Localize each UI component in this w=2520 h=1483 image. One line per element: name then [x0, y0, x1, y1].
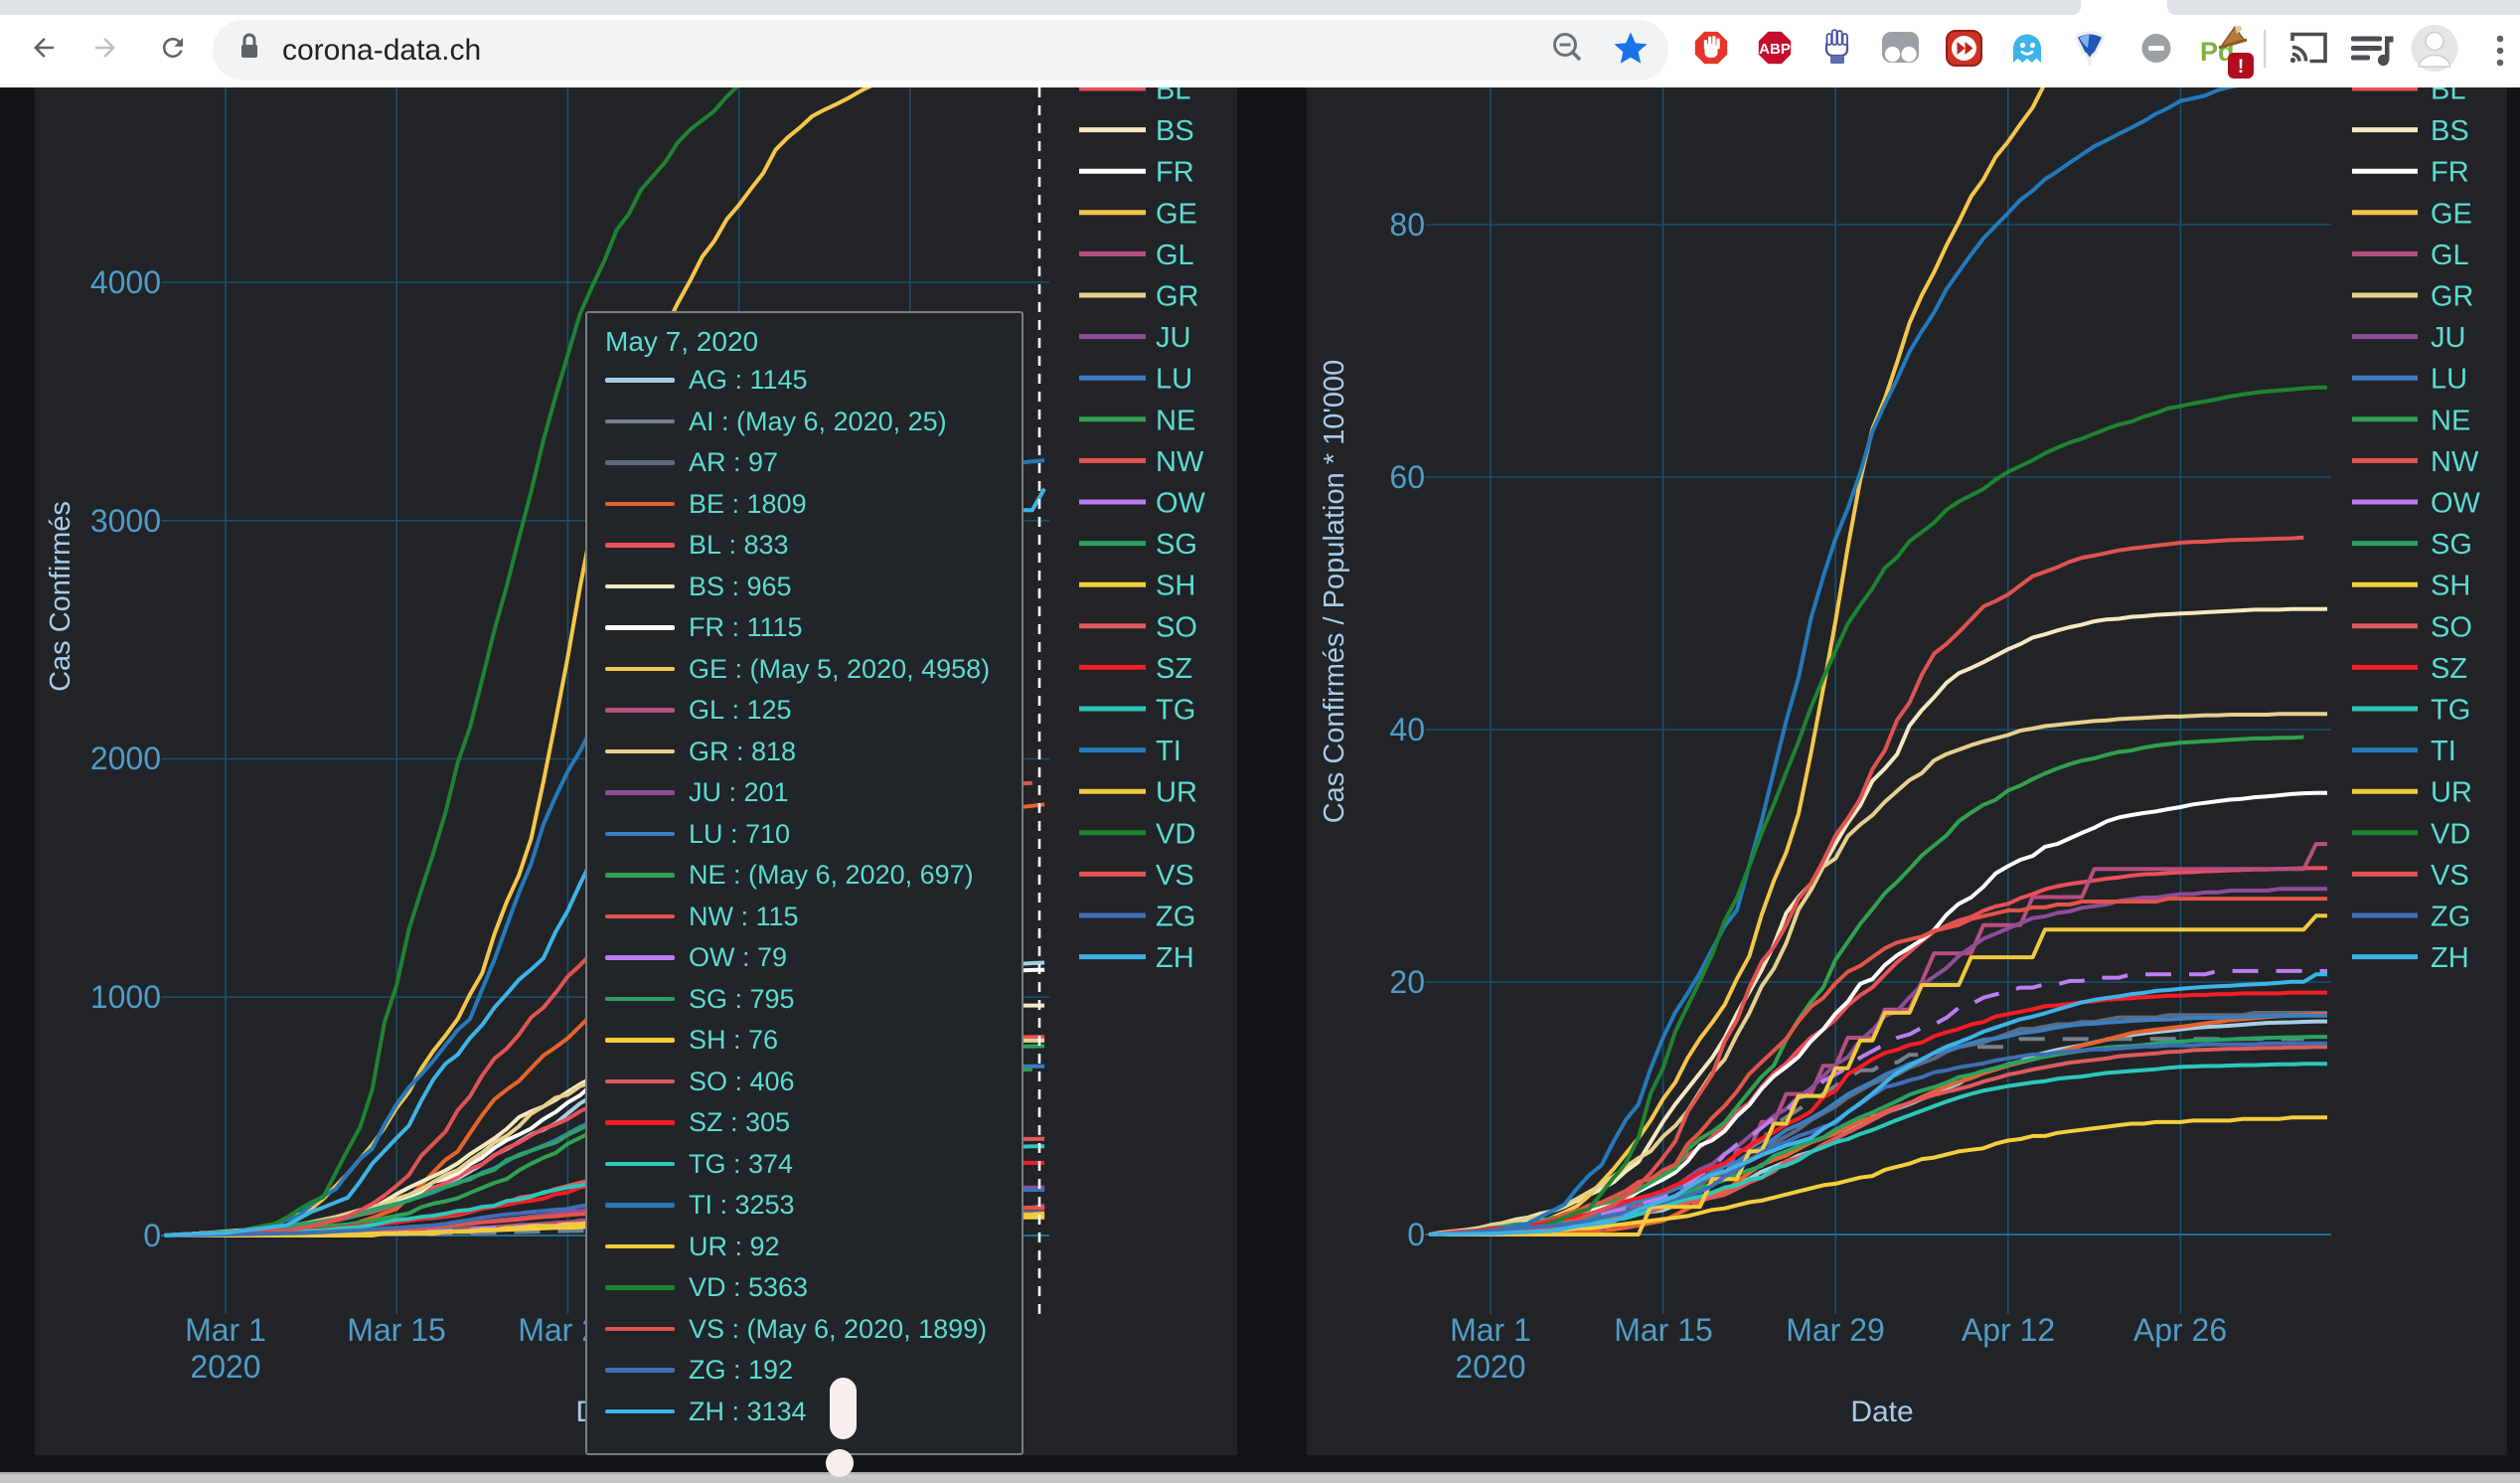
svg-text:LU: LU: [1156, 364, 1192, 396]
svg-text:ABP: ABP: [1759, 41, 1791, 58]
svg-text:NW: NW: [1156, 446, 1204, 478]
svg-text:TI: TI: [2431, 736, 2456, 767]
svg-text:Mar 15: Mar 15: [1614, 1312, 1713, 1348]
svg-text:UR: UR: [1156, 777, 1197, 809]
svg-text:VS: VS: [1156, 860, 1194, 892]
svg-text:VD: VD: [2431, 818, 2470, 850]
svg-text:Date: Date: [1850, 1396, 1913, 1428]
svg-text:SH: SH: [1156, 571, 1195, 602]
svg-text:corona-data.ch: corona-data.ch: [282, 34, 481, 67]
svg-text:Mar 15: Mar 15: [347, 1312, 446, 1348]
svg-text:JU: JU: [1156, 322, 1190, 354]
svg-text:SO: SO: [2431, 611, 2472, 643]
svg-text:SZ: SZ: [1156, 653, 1192, 685]
svg-text:NE: NE: [2431, 405, 2470, 436]
svg-text:Cas Confirmés / Population * 1: Cas Confirmés / Population * 10'000: [1319, 360, 1350, 824]
svg-text:FR: FR: [2431, 157, 2469, 189]
svg-text:SG: SG: [1156, 529, 1197, 561]
svg-text:OW: OW: [2431, 488, 2481, 520]
svg-text:GE: GE: [1156, 198, 1197, 230]
svg-text:ZH: ZH: [2431, 942, 2469, 974]
svg-text:NW: NW: [2431, 446, 2479, 478]
svg-text:0: 0: [143, 1218, 161, 1253]
svg-text:1000: 1000: [90, 979, 161, 1015]
svg-text:SO: SO: [1156, 611, 1197, 643]
svg-text:GE: GE: [2431, 198, 2472, 230]
svg-text:Mar 29: Mar 29: [1786, 1312, 1885, 1348]
svg-text:2000: 2000: [90, 741, 161, 776]
svg-text:2020: 2020: [190, 1349, 260, 1385]
svg-text:ZG: ZG: [2431, 902, 2470, 933]
svg-text:SG: SG: [2431, 529, 2472, 561]
svg-text:FR: FR: [1156, 157, 1194, 189]
svg-text:20: 20: [1389, 964, 1425, 1000]
svg-text:ZG: ZG: [1156, 902, 1195, 933]
svg-text:OW: OW: [1156, 488, 1206, 520]
svg-text:80: 80: [1389, 207, 1425, 243]
svg-text:LU: LU: [2431, 364, 2467, 396]
svg-text:0: 0: [1407, 1217, 1425, 1252]
svg-text:3000: 3000: [90, 503, 161, 539]
svg-text:60: 60: [1389, 459, 1425, 495]
svg-text:VD: VD: [1156, 818, 1195, 850]
svg-text:2020: 2020: [1455, 1349, 1525, 1385]
svg-text:NE: NE: [1156, 405, 1195, 436]
svg-text:40: 40: [1389, 712, 1425, 747]
svg-text:VS: VS: [2431, 860, 2469, 892]
svg-text:UR: UR: [2431, 777, 2472, 809]
svg-text:4000: 4000: [90, 264, 161, 300]
svg-text:BL: BL: [2431, 87, 2465, 106]
svg-text:BL: BL: [1156, 87, 1190, 106]
svg-text:Apr 26: Apr 26: [2133, 1312, 2227, 1348]
svg-text:ZH: ZH: [1156, 942, 1194, 974]
svg-text:BS: BS: [2431, 115, 2469, 147]
svg-text:GR: GR: [1156, 281, 1199, 313]
svg-text:TG: TG: [1156, 695, 1195, 727]
svg-text:JU: JU: [2431, 322, 2465, 354]
svg-text:Mar 1: Mar 1: [185, 1312, 266, 1348]
svg-text:Cas Confirmés: Cas Confirmés: [45, 501, 77, 692]
svg-text:GR: GR: [2431, 281, 2474, 313]
svg-text:SZ: SZ: [2431, 653, 2467, 685]
svg-text:GL: GL: [2431, 240, 2469, 271]
svg-text:Apr 12: Apr 12: [1962, 1312, 2055, 1348]
svg-text:TG: TG: [2431, 695, 2470, 727]
svg-text:!: !: [2238, 57, 2244, 78]
svg-text:BS: BS: [1156, 115, 1194, 147]
svg-text:SH: SH: [2431, 571, 2470, 602]
svg-text:Mar 1: Mar 1: [1450, 1312, 1531, 1348]
svg-text:TI: TI: [1156, 736, 1181, 767]
svg-text:GL: GL: [1156, 240, 1194, 271]
